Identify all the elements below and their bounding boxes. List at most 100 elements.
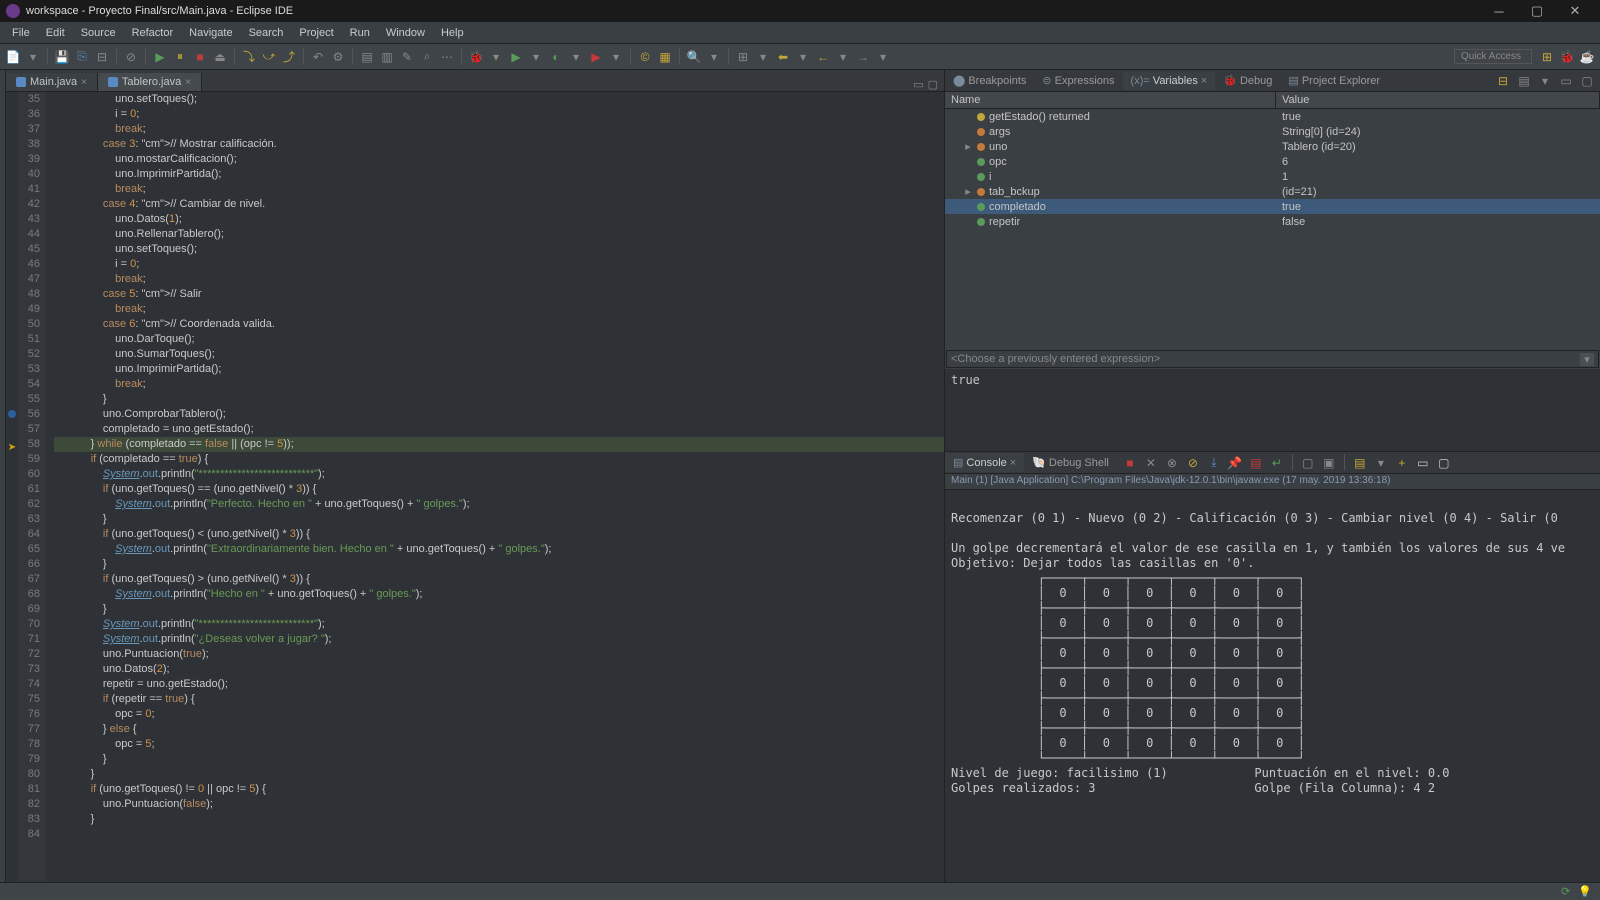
- view-tab-variables[interactable]: (x)=Variables ×: [1123, 72, 1216, 90]
- minimize-view-icon[interactable]: ▭: [913, 78, 923, 91]
- console-scroll-icon[interactable]: ⤓: [1205, 454, 1223, 472]
- step-into-icon[interactable]: ⤵: [240, 48, 258, 66]
- ext-tools-icon[interactable]: ▶: [587, 48, 605, 66]
- save-all-icon[interactable]: ⎘: [73, 48, 91, 66]
- expand-icon[interactable]: ▸: [963, 140, 973, 153]
- console-min-icon[interactable]: ▭: [1414, 454, 1432, 472]
- console-max-icon[interactable]: ▢: [1435, 454, 1453, 472]
- close-tab-icon[interactable]: ×: [81, 77, 87, 88]
- variable-row[interactable]: i1: [945, 169, 1600, 184]
- console-select-dd-icon[interactable]: ▾: [1372, 454, 1390, 472]
- tip-icon[interactable]: 💡: [1578, 885, 1592, 898]
- variable-row[interactable]: argsString[0] (id=24): [945, 124, 1600, 139]
- use-step-filters-icon[interactable]: ⚙: [329, 48, 347, 66]
- editor-tab[interactable]: Tablero.java×: [98, 73, 202, 91]
- console-new-icon[interactable]: +: [1393, 454, 1411, 472]
- step-return-icon[interactable]: ⤴: [280, 48, 298, 66]
- console-tab-debug-shell[interactable]: 🐚Debug Shell: [1024, 453, 1117, 472]
- view-tab-expressions[interactable]: ⊜Expressions: [1034, 71, 1122, 90]
- run-dropdown-icon[interactable]: ▾: [527, 48, 545, 66]
- sync-icon[interactable]: ⟳: [1561, 885, 1570, 898]
- debug-dropdown-icon[interactable]: ▾: [487, 48, 505, 66]
- col-value[interactable]: Value: [1276, 92, 1600, 108]
- nav-dropdown-a[interactable]: ▾: [754, 48, 772, 66]
- menu-file[interactable]: File: [4, 25, 38, 41]
- ext-dropdown-icon[interactable]: ▾: [607, 48, 625, 66]
- new-class-icon[interactable]: ©: [636, 48, 654, 66]
- close-view-icon[interactable]: ×: [1201, 75, 1207, 87]
- tb-icon-c[interactable]: ✎: [398, 48, 416, 66]
- terminate-icon[interactable]: ■: [191, 48, 209, 66]
- console-output[interactable]: Recomenzar (0 1) - Nuevo (0 2) - Calific…: [945, 490, 1600, 882]
- menu-search[interactable]: Search: [241, 25, 292, 41]
- console-remove-icon[interactable]: ✕: [1142, 454, 1160, 472]
- menu-refactor[interactable]: Refactor: [124, 25, 182, 41]
- debug-run-icon[interactable]: 🐞: [467, 48, 485, 66]
- new-icon[interactable]: 📄: [4, 48, 22, 66]
- disconnect-icon[interactable]: ⏏: [211, 48, 229, 66]
- variable-row[interactable]: ▸tab_bckup(id=21): [945, 184, 1600, 199]
- menu-navigate[interactable]: Navigate: [181, 25, 240, 41]
- suspend-icon[interactable]: ⏸: [171, 48, 189, 66]
- nav-dropdown-b[interactable]: ▾: [794, 48, 812, 66]
- console-wrap-icon[interactable]: ↵: [1268, 454, 1286, 472]
- menu-project[interactable]: Project: [291, 25, 341, 41]
- quick-access-input[interactable]: Quick Access: [1454, 49, 1532, 64]
- console-terminate-icon[interactable]: ■: [1121, 454, 1139, 472]
- menu-edit[interactable]: Edit: [38, 25, 73, 41]
- search-tb-icon[interactable]: 🔍: [685, 48, 703, 66]
- nav-icon-b[interactable]: ⬅: [774, 48, 792, 66]
- expand-icon[interactable]: ▸: [963, 185, 973, 198]
- perspective-java-icon[interactable]: ☕: [1578, 48, 1596, 66]
- view-tab-breakpoints[interactable]: ⬤Breakpoints: [945, 71, 1034, 90]
- variable-row[interactable]: ▸unoTablero (id=20): [945, 139, 1600, 154]
- console-display-icon[interactable]: ▤: [1247, 454, 1265, 472]
- skip-breakpoints-icon[interactable]: ⊘: [122, 48, 140, 66]
- console-select-icon[interactable]: ▤: [1351, 454, 1369, 472]
- col-name[interactable]: Name: [945, 92, 1276, 108]
- close-button[interactable]: ✕: [1556, 0, 1594, 22]
- run-icon[interactable]: ▶: [507, 48, 525, 66]
- expression-input[interactable]: <Choose a previously entered expression>…: [946, 350, 1599, 368]
- menu-source[interactable]: Source: [73, 25, 124, 41]
- menu-run[interactable]: Run: [342, 25, 378, 41]
- variables-table[interactable]: getEstado() returnedtrueargsString[0] (i…: [945, 109, 1600, 349]
- nav-icon-a[interactable]: ⊞: [734, 48, 752, 66]
- console-open-icon[interactable]: ▢: [1299, 454, 1317, 472]
- tb-icon-d[interactable]: ⌕: [418, 48, 436, 66]
- console-pin-icon[interactable]: 📌: [1226, 454, 1244, 472]
- coverage-icon[interactable]: ◐: [547, 48, 565, 66]
- tb-icon-a[interactable]: ▤: [358, 48, 376, 66]
- menu-help[interactable]: Help: [433, 25, 472, 41]
- tb-icon-e[interactable]: ⋯: [438, 48, 456, 66]
- coverage-dropdown-icon[interactable]: ▾: [567, 48, 585, 66]
- variable-row[interactable]: completadotrue: [945, 199, 1600, 214]
- search-dropdown-icon[interactable]: ▾: [705, 48, 723, 66]
- var-min-icon[interactable]: ▭: [1557, 72, 1575, 90]
- menu-window[interactable]: Window: [378, 25, 433, 41]
- resume-icon[interactable]: ▶: [151, 48, 169, 66]
- perspective-open-icon[interactable]: ⊞: [1538, 48, 1556, 66]
- maximize-button[interactable]: ▢: [1518, 0, 1556, 22]
- drop-frame-icon[interactable]: ↶: [309, 48, 327, 66]
- var-collapse-icon[interactable]: ⊟: [1494, 72, 1512, 90]
- view-tab-project-explorer[interactable]: ▤Project Explorer: [1280, 71, 1388, 90]
- code-editor[interactable]: ➤ 35363738394041424344454647484950515253…: [6, 92, 944, 882]
- perspective-debug-icon[interactable]: 🐞: [1558, 48, 1576, 66]
- var-menu-icon[interactable]: ▾: [1536, 72, 1554, 90]
- close-console-tab-icon[interactable]: ×: [1010, 457, 1016, 469]
- variable-row[interactable]: getEstado() returnedtrue: [945, 109, 1600, 124]
- new-pkg-icon[interactable]: ▦: [656, 48, 674, 66]
- variable-row[interactable]: opc6: [945, 154, 1600, 169]
- minimize-button[interactable]: ─: [1480, 0, 1518, 22]
- step-over-icon[interactable]: ⤻: [260, 48, 278, 66]
- close-tab-icon[interactable]: ×: [185, 77, 191, 88]
- back-dropdown-icon[interactable]: ▾: [834, 48, 852, 66]
- toggle-icon[interactable]: ⊟: [93, 48, 111, 66]
- console-open2-icon[interactable]: ▣: [1320, 454, 1338, 472]
- save-icon[interactable]: 💾: [53, 48, 71, 66]
- console-clear-icon[interactable]: ⊘: [1184, 454, 1202, 472]
- variable-row[interactable]: repetirfalse: [945, 214, 1600, 229]
- forward-icon[interactable]: →: [854, 48, 872, 66]
- back-icon[interactable]: ←: [814, 48, 832, 66]
